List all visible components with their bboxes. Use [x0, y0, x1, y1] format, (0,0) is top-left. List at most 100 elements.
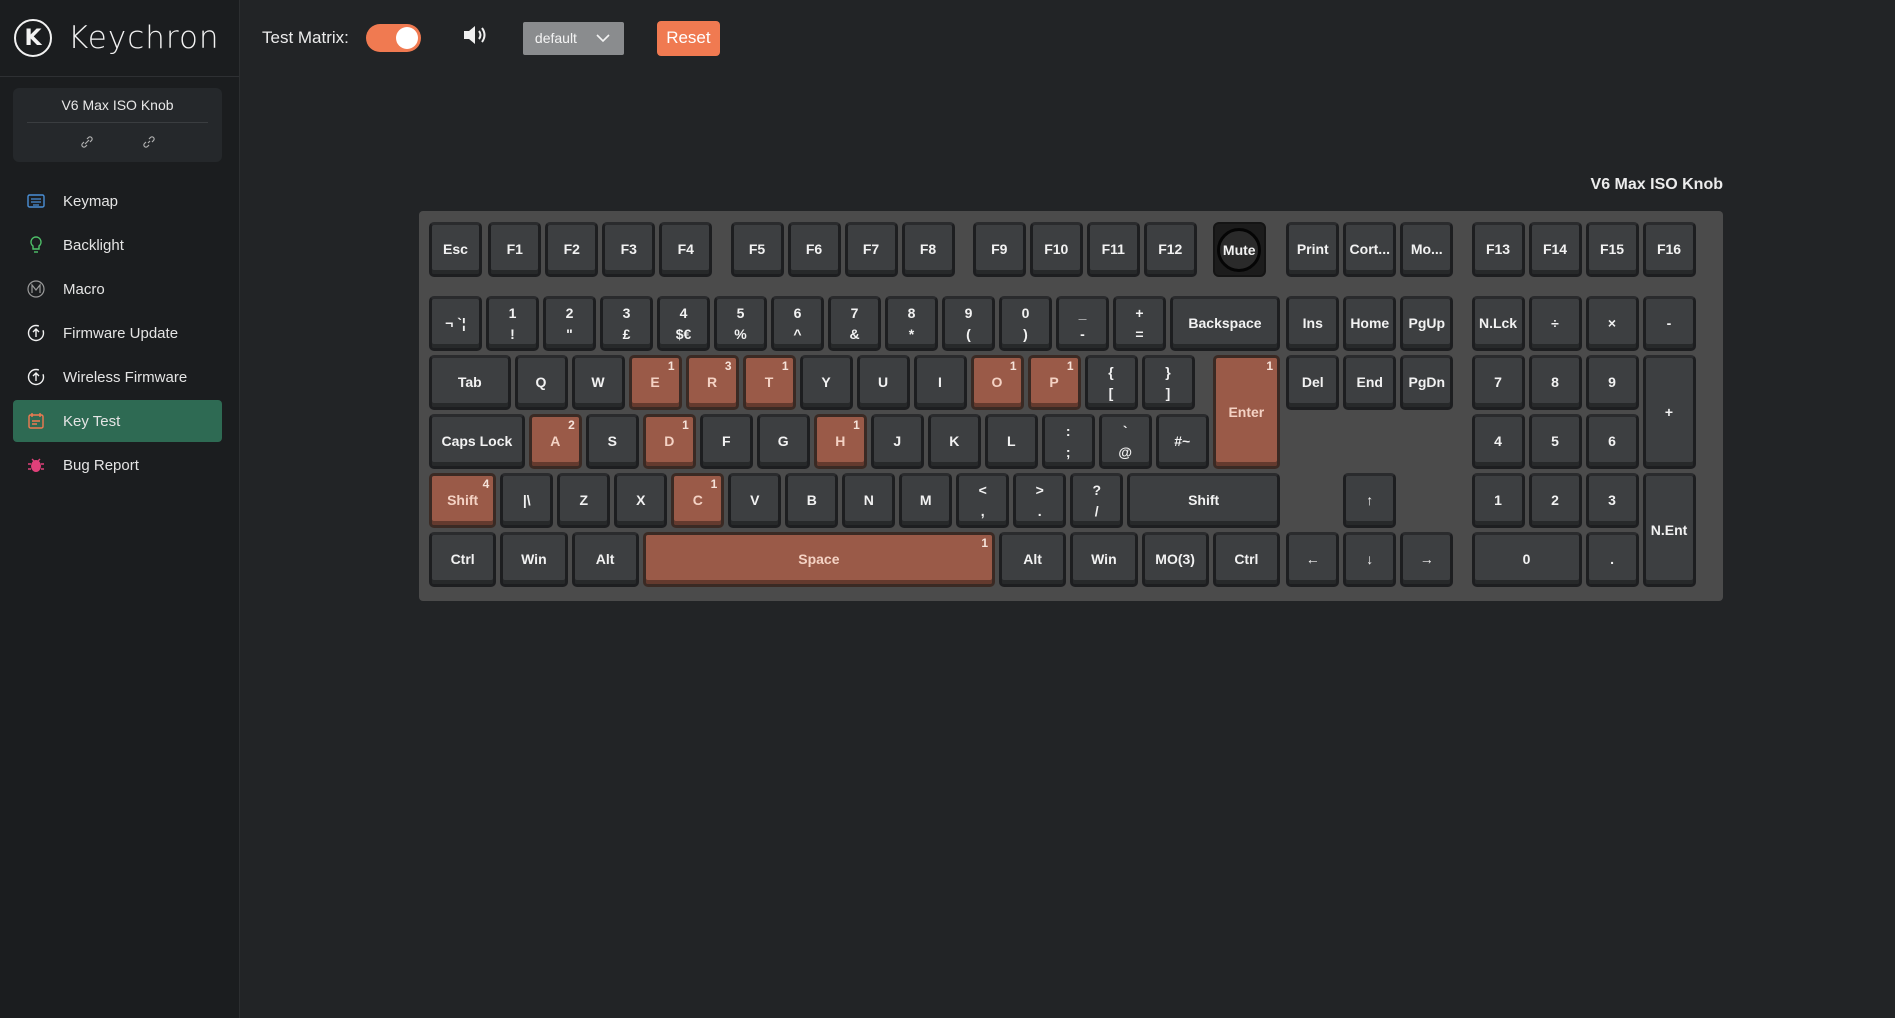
- key-f[interactable]: F: [699, 414, 753, 469]
- key-c[interactable]: C1: [671, 473, 725, 528]
- key-n3[interactable]: 3: [1585, 473, 1639, 528]
- keychron-logo[interactable]: K Keychron: [14, 16, 220, 60]
- key-n5[interactable]: 5: [1528, 414, 1582, 469]
- key-i[interactable]: I: [913, 355, 967, 410]
- key-f3[interactable]: F3: [602, 222, 656, 277]
- key-print[interactable]: Print: [1286, 222, 1340, 277]
- key-cort[interactable]: Cort...: [1343, 222, 1397, 277]
- key-mo3[interactable]: MO(3): [1141, 532, 1209, 587]
- key-lbr[interactable]: { [: [1084, 355, 1138, 410]
- key-ndot[interactable]: .: [1585, 532, 1639, 587]
- key-m[interactable]: M: [899, 473, 953, 528]
- sidebar-item-macro[interactable]: Macro: [13, 268, 222, 310]
- key-down[interactable]: ↓: [1343, 532, 1397, 587]
- key-nadd[interactable]: +: [1642, 355, 1696, 469]
- key-hash[interactable]: #~: [1155, 414, 1209, 469]
- key-rctrl[interactable]: Ctrl: [1212, 532, 1280, 587]
- key-r[interactable]: R3: [685, 355, 739, 410]
- key-n1[interactable]: 1: [1471, 473, 1525, 528]
- key-u[interactable]: U: [856, 355, 910, 410]
- key-slash[interactable]: ? /: [1070, 473, 1124, 528]
- key-n7[interactable]: 7: [1471, 355, 1525, 410]
- key-q[interactable]: Q: [514, 355, 568, 410]
- key-j[interactable]: J: [870, 414, 924, 469]
- key-f12[interactable]: F12: [1143, 222, 1197, 277]
- key-comma[interactable]: < ,: [956, 473, 1010, 528]
- key-quote[interactable]: ` @: [1098, 414, 1152, 469]
- key-5[interactable]: 5 %: [714, 296, 767, 351]
- key-lctrl[interactable]: Ctrl: [429, 532, 497, 587]
- key-backspace[interactable]: Backspace: [1170, 296, 1280, 351]
- key-d[interactable]: D1: [642, 414, 696, 469]
- sidebar-item-key-test[interactable]: Key Test: [13, 400, 222, 442]
- key-f14[interactable]: F14: [1528, 222, 1582, 277]
- key-ralt[interactable]: Alt: [999, 532, 1067, 587]
- link-icon[interactable]: [80, 136, 93, 151]
- key-f9[interactable]: F9: [972, 222, 1026, 277]
- reset-button[interactable]: Reset: [656, 20, 720, 56]
- key-nent[interactable]: N.Ent: [1642, 473, 1696, 587]
- key-enter[interactable]: Enter 1: [1212, 355, 1280, 469]
- key-z[interactable]: Z: [557, 473, 611, 528]
- key-e[interactable]: E1: [628, 355, 682, 410]
- key-caps[interactable]: Caps Lock: [429, 414, 525, 469]
- key-l[interactable]: L: [984, 414, 1038, 469]
- key-f6[interactable]: F6: [787, 222, 841, 277]
- key-nsub[interactable]: -: [1642, 296, 1696, 351]
- key-f4[interactable]: F4: [659, 222, 713, 277]
- key-up[interactable]: ↑: [1343, 473, 1397, 528]
- key-f13[interactable]: F13: [1471, 222, 1525, 277]
- key-mute-knob[interactable]: Mute: [1212, 222, 1266, 277]
- key-equal[interactable]: + =: [1113, 296, 1166, 351]
- key-n0[interactable]: 0: [1471, 532, 1582, 587]
- key-right[interactable]: →: [1400, 532, 1454, 587]
- key-3[interactable]: 3 £: [600, 296, 653, 351]
- key-n8[interactable]: 8: [1528, 355, 1582, 410]
- sidebar-item-wireless-firmware[interactable]: Wireless Firmware: [13, 356, 222, 398]
- key-x[interactable]: X: [614, 473, 668, 528]
- key-f5[interactable]: F5: [730, 222, 784, 277]
- key-minus[interactable]: _ -: [1056, 296, 1109, 351]
- key-w[interactable]: W: [571, 355, 625, 410]
- key-left[interactable]: ←: [1286, 532, 1340, 587]
- key-n2[interactable]: 2: [1528, 473, 1582, 528]
- sidebar-item-bug-report[interactable]: Bug Report: [13, 444, 222, 486]
- key-mo[interactable]: Mo...: [1400, 222, 1454, 277]
- sidebar-item-backlight[interactable]: Backlight: [13, 224, 222, 266]
- key-tab[interactable]: Tab: [429, 355, 511, 410]
- sidebar-item-keymap[interactable]: Keymap: [13, 180, 222, 222]
- key-1[interactable]: 1 !: [486, 296, 539, 351]
- key-nlck[interactable]: N.Lck: [1471, 296, 1525, 351]
- key-a[interactable]: A2: [528, 414, 582, 469]
- key-f2[interactable]: F2: [545, 222, 599, 277]
- key-g[interactable]: G: [756, 414, 810, 469]
- key-nmul[interactable]: ×: [1585, 296, 1639, 351]
- key-rshift[interactable]: Shift: [1127, 473, 1280, 528]
- key-n[interactable]: N: [842, 473, 896, 528]
- key-lwin[interactable]: Win: [500, 532, 568, 587]
- key-ins[interactable]: Ins: [1286, 296, 1340, 351]
- key-t[interactable]: T1: [742, 355, 796, 410]
- key-n4[interactable]: 4: [1471, 414, 1525, 469]
- key-home[interactable]: Home: [1343, 296, 1397, 351]
- key-2[interactable]: 2 ": [543, 296, 596, 351]
- key-h[interactable]: H1: [813, 414, 867, 469]
- key-f15[interactable]: F15: [1585, 222, 1639, 277]
- key-n6[interactable]: 6: [1585, 414, 1639, 469]
- key-7[interactable]: 7 &: [828, 296, 881, 351]
- key-pgup[interactable]: PgUp: [1400, 296, 1454, 351]
- key-space[interactable]: Space 1: [642, 532, 995, 587]
- key-semi[interactable]: : ;: [1041, 414, 1095, 469]
- key-period[interactable]: > .: [1013, 473, 1067, 528]
- key-end[interactable]: End: [1343, 355, 1397, 410]
- key-f7[interactable]: F7: [844, 222, 898, 277]
- key-rwin[interactable]: Win: [1070, 532, 1138, 587]
- key-p[interactable]: P1: [1027, 355, 1081, 410]
- key-b[interactable]: B: [785, 473, 839, 528]
- speaker-icon[interactable]: [461, 23, 493, 54]
- unlink-icon[interactable]: [142, 136, 155, 151]
- key-f11[interactable]: F11: [1086, 222, 1140, 277]
- test-matrix-toggle[interactable]: [365, 24, 421, 52]
- key-n9[interactable]: 9: [1585, 355, 1639, 410]
- key-0[interactable]: 0 ): [999, 296, 1052, 351]
